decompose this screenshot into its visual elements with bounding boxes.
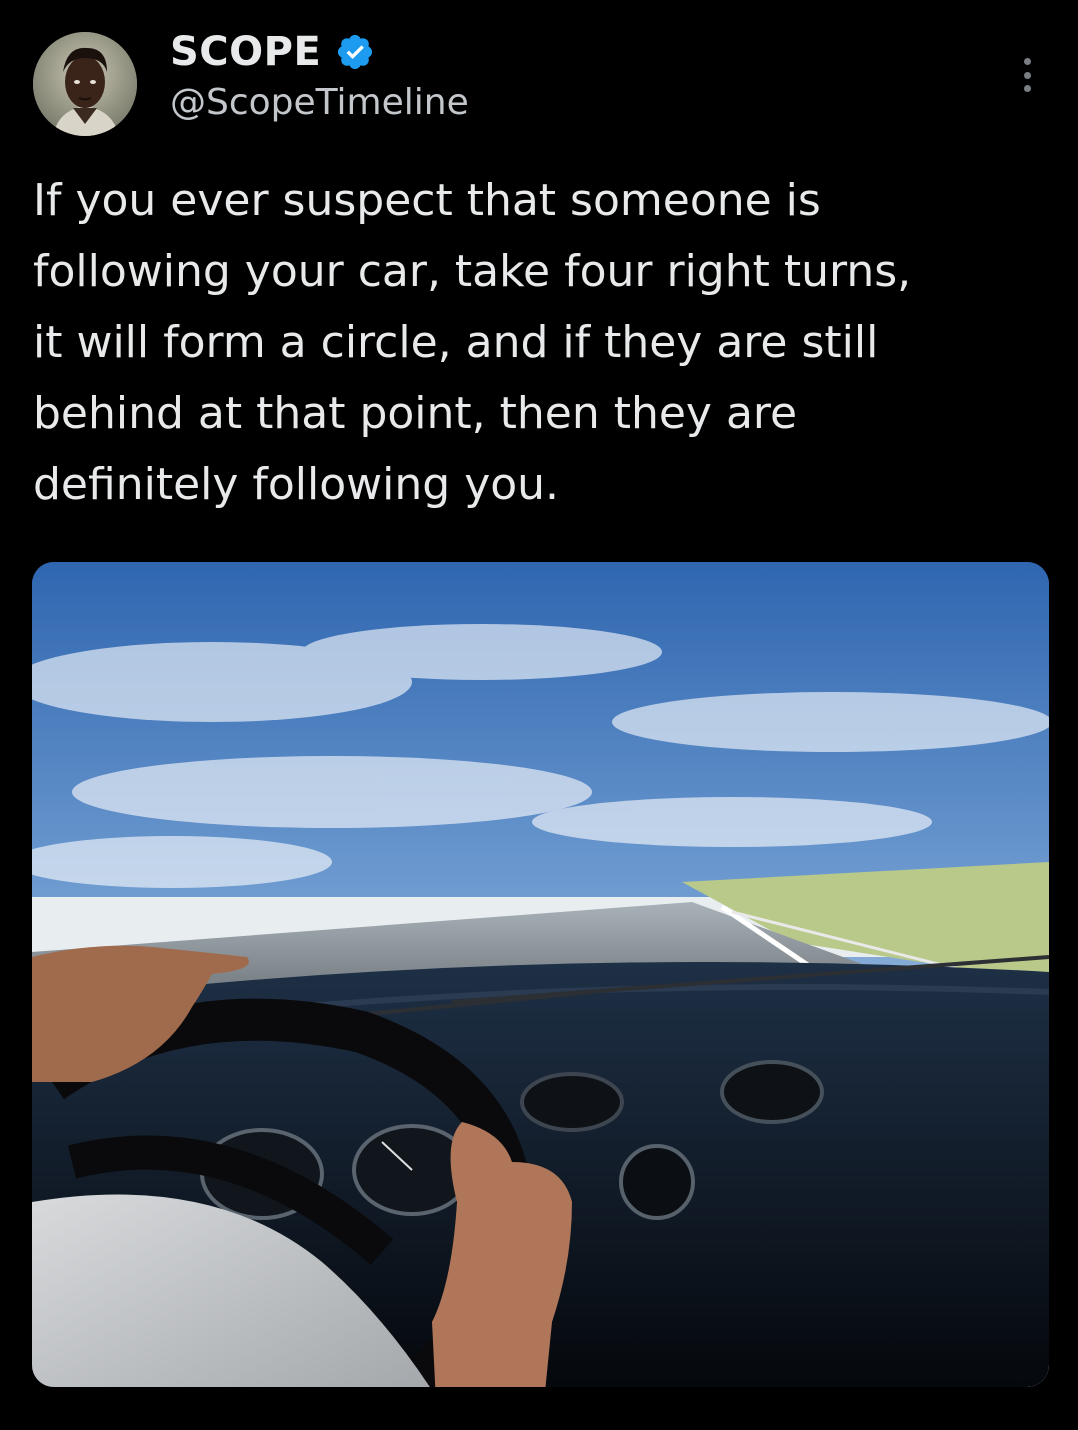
- avatar[interactable]: [33, 32, 137, 136]
- tweet-text: If you ever suspect that someone is foll…: [33, 175, 912, 510]
- more-options-icon-dot: [1023, 71, 1031, 79]
- display-name[interactable]: SCOPE: [170, 29, 321, 75]
- more-options-icon: [1023, 58, 1031, 65]
- profile-photo-icon: [33, 32, 137, 136]
- more-options-button[interactable]: [1012, 52, 1042, 98]
- display-name-row[interactable]: SCOPE: [170, 26, 375, 78]
- more-options-icon-dot: [1023, 85, 1031, 92]
- tweet-media[interactable]: [32, 562, 1049, 1387]
- tweet[interactable]: SCOPE @ScopeTimeline If you ever suspect…: [0, 0, 1078, 1430]
- verified-badge-icon: [338, 34, 373, 70]
- user-handle[interactable]: @ScopeTimeline: [170, 82, 469, 123]
- car-driving-photo-icon: [32, 562, 1049, 1387]
